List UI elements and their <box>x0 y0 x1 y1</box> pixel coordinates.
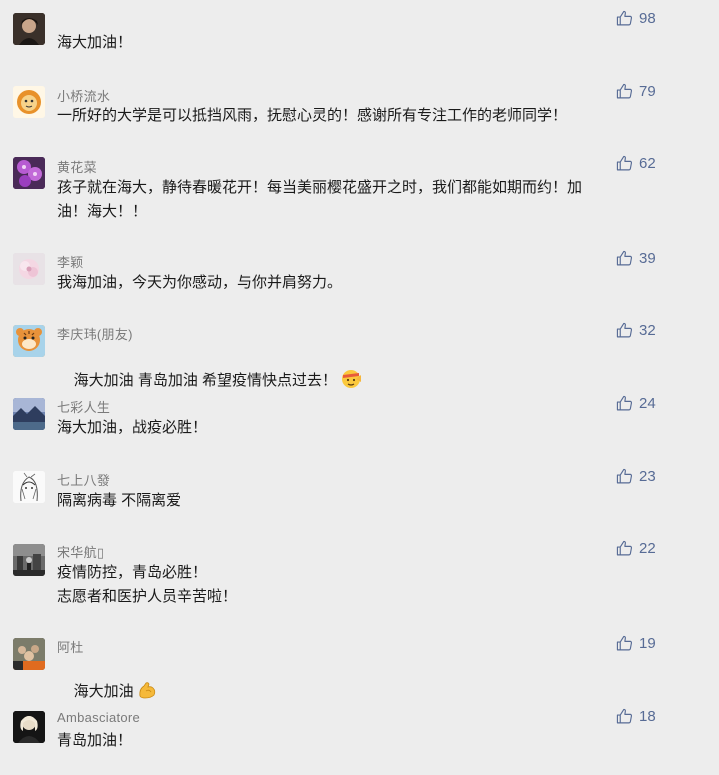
comment-nickname[interactable]: 阿杜 <box>57 637 84 656</box>
thumbs-up-icon <box>616 83 633 99</box>
thumbs-up-icon <box>616 10 633 26</box>
avatar[interactable] <box>13 711 45 743</box>
avatar[interactable] <box>13 13 45 45</box>
thumbs-up-icon <box>616 250 633 266</box>
comment-text: 疫情防控，青岛必胜！ 志愿者和医护人员辛苦啦！ <box>57 564 238 605</box>
like-count: 98 <box>639 10 656 27</box>
thumbs-up-icon <box>616 155 633 171</box>
comment-nickname[interactable]: 七彩人生 <box>57 397 110 416</box>
comment-text: 我海加油，今天为你感动，与你并肩努力。 <box>57 274 343 291</box>
thumbs-up-icon <box>616 708 633 724</box>
like-button[interactable]: 32 <box>616 322 656 339</box>
comment-text: 孩子就在海大，静待春暖花开！每当美丽樱花盛开之时，我们都能如期而约！加 油！海大… <box>57 179 583 220</box>
thumbs-up-icon <box>616 322 633 338</box>
comment-text: 青岛加油！ <box>57 732 133 749</box>
comment-text-body: 海大加油 青岛加油 希望疫情快点过去！ <box>73 372 338 389</box>
comment-nickname[interactable]: 七上八發 <box>57 470 110 489</box>
comment-text-body: 海大加油 <box>73 683 134 700</box>
avatar[interactable] <box>13 544 45 576</box>
comment-nickname[interactable]: 小桥流水 <box>57 86 110 105</box>
avatar[interactable] <box>13 253 45 285</box>
comment-text: 海大加油！ <box>57 34 133 51</box>
like-button[interactable]: 98 <box>616 10 656 27</box>
comment-nickname[interactable]: Ambasciatore <box>57 710 140 725</box>
like-button[interactable]: 79 <box>616 83 656 100</box>
comment-text: 海大加油 <box>57 656 657 732</box>
like-count: 32 <box>639 322 656 339</box>
avatar[interactable] <box>13 325 45 357</box>
like-count: 18 <box>639 708 656 725</box>
like-button[interactable]: 18 <box>616 708 656 725</box>
thumbs-up-icon <box>616 395 633 411</box>
like-count: 22 <box>639 540 656 557</box>
comment-nickname[interactable]: 宋华航▯ <box>57 542 104 561</box>
avatar[interactable] <box>13 86 45 118</box>
comment-nickname[interactable]: 黄花菜 <box>57 157 97 176</box>
like-button[interactable]: 39 <box>616 250 656 267</box>
comment-nickname[interactable]: 李庆玮(朋友) <box>57 324 133 343</box>
comment-nickname[interactable]: 李颖 <box>57 252 84 271</box>
like-count: 79 <box>639 83 656 100</box>
like-count: 62 <box>639 155 656 172</box>
like-button[interactable]: 24 <box>616 395 656 412</box>
thumbs-up-icon <box>616 540 633 556</box>
thumbs-up-icon <box>616 468 633 484</box>
avatar[interactable] <box>13 471 45 503</box>
thumbs-up-icon <box>616 635 633 651</box>
like-button[interactable]: 23 <box>616 468 656 485</box>
like-count: 39 <box>639 250 656 267</box>
comment-text: 隔离病毒 不隔离爱 <box>57 492 182 509</box>
comment-text: 海大加油 青岛加油 希望疫情快点过去！ <box>57 343 657 421</box>
flexed-biceps-emoji <box>137 680 157 708</box>
like-count: 24 <box>639 395 656 412</box>
like-button[interactable]: 19 <box>616 635 656 652</box>
like-count: 19 <box>639 635 656 652</box>
like-button[interactable]: 62 <box>616 155 656 172</box>
avatar[interactable] <box>13 398 45 430</box>
avatar[interactable] <box>13 638 45 670</box>
comment-text: 海大加油，战疫必胜！ <box>57 419 208 436</box>
like-button[interactable]: 22 <box>616 540 656 557</box>
comment-text: 一所好的大学是可以抵挡风雨，抚慰心灵的！感谢所有专注工作的老师同学！ <box>57 107 568 124</box>
avatar[interactable] <box>13 157 45 189</box>
like-count: 23 <box>639 468 656 485</box>
salute-face-emoji <box>340 367 362 397</box>
